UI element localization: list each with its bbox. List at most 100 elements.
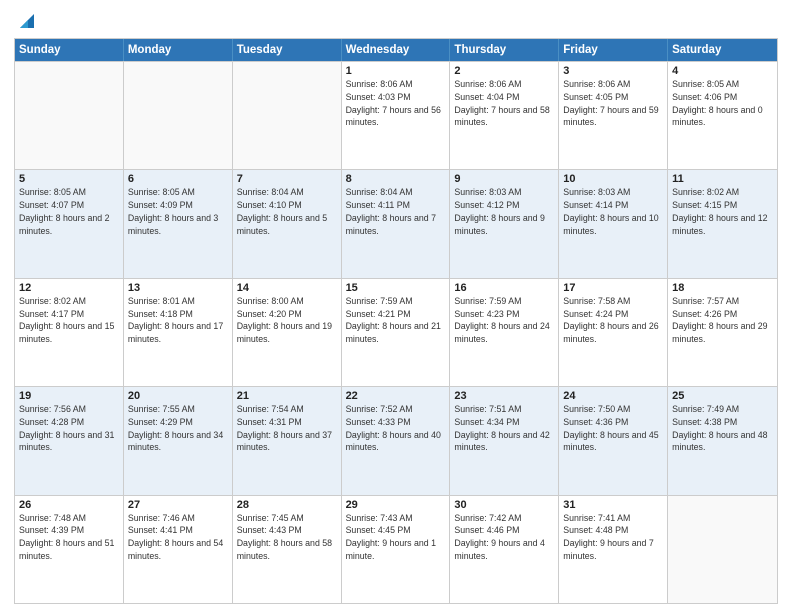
day-number: 28: [237, 499, 337, 511]
calendar-cell: 24Sunrise: 7:50 AMSunset: 4:36 PMDayligh…: [559, 387, 668, 494]
daylight-text: Daylight: 8 hours and 9 minutes.: [454, 212, 554, 238]
day-number: 15: [346, 282, 446, 294]
calendar-cell: 14Sunrise: 8:00 AMSunset: 4:20 PMDayligh…: [233, 279, 342, 386]
calendar-cell: 10Sunrise: 8:03 AMSunset: 4:14 PMDayligh…: [559, 170, 668, 277]
sunset-text: Sunset: 4:45 PM: [346, 524, 446, 537]
calendar-cell: 27Sunrise: 7:46 AMSunset: 4:41 PMDayligh…: [124, 496, 233, 603]
daylight-text: Daylight: 8 hours and 21 minutes.: [346, 320, 446, 346]
calendar-cell: 18Sunrise: 7:57 AMSunset: 4:26 PMDayligh…: [668, 279, 777, 386]
daylight-text: Daylight: 8 hours and 24 minutes.: [454, 320, 554, 346]
day-number: 31: [563, 499, 663, 511]
calendar-week-row: 12Sunrise: 8:02 AMSunset: 4:17 PMDayligh…: [15, 278, 777, 386]
sunset-text: Sunset: 4:07 PM: [19, 199, 119, 212]
day-number: 6: [128, 173, 228, 185]
sunset-text: Sunset: 4:29 PM: [128, 416, 228, 429]
sunset-text: Sunset: 4:34 PM: [454, 416, 554, 429]
day-number: 13: [128, 282, 228, 294]
calendar-cell: 22Sunrise: 7:52 AMSunset: 4:33 PMDayligh…: [342, 387, 451, 494]
sunset-text: Sunset: 4:33 PM: [346, 416, 446, 429]
daylight-text: Daylight: 8 hours and 19 minutes.: [237, 320, 337, 346]
day-number: 7: [237, 173, 337, 185]
daylight-text: Daylight: 8 hours and 7 minutes.: [346, 212, 446, 238]
sunrise-text: Sunrise: 8:05 AM: [128, 186, 228, 199]
sunrise-text: Sunrise: 8:06 AM: [346, 78, 446, 91]
sunset-text: Sunset: 4:24 PM: [563, 308, 663, 321]
day-number: 18: [672, 282, 773, 294]
calendar-cell: 25Sunrise: 7:49 AMSunset: 4:38 PMDayligh…: [668, 387, 777, 494]
sunrise-text: Sunrise: 8:01 AM: [128, 295, 228, 308]
calendar: SundayMondayTuesdayWednesdayThursdayFrid…: [14, 38, 778, 604]
daylight-text: Daylight: 8 hours and 58 minutes.: [237, 537, 337, 563]
sunrise-text: Sunrise: 8:03 AM: [563, 186, 663, 199]
calendar-cell: 19Sunrise: 7:56 AMSunset: 4:28 PMDayligh…: [15, 387, 124, 494]
calendar-cell: 15Sunrise: 7:59 AMSunset: 4:21 PMDayligh…: [342, 279, 451, 386]
sunset-text: Sunset: 4:46 PM: [454, 524, 554, 537]
sunrise-text: Sunrise: 7:50 AM: [563, 403, 663, 416]
sunrise-text: Sunrise: 8:00 AM: [237, 295, 337, 308]
sunrise-text: Sunrise: 7:49 AM: [672, 403, 773, 416]
day-number: 16: [454, 282, 554, 294]
calendar-cell: 3Sunrise: 8:06 AMSunset: 4:05 PMDaylight…: [559, 62, 668, 169]
sunrise-text: Sunrise: 7:58 AM: [563, 295, 663, 308]
calendar-cell: 13Sunrise: 8:01 AMSunset: 4:18 PMDayligh…: [124, 279, 233, 386]
calendar-cell: 21Sunrise: 7:54 AMSunset: 4:31 PMDayligh…: [233, 387, 342, 494]
sunrise-text: Sunrise: 7:59 AM: [346, 295, 446, 308]
calendar-cell: [15, 62, 124, 169]
day-number: 20: [128, 390, 228, 402]
daylight-text: Daylight: 8 hours and 26 minutes.: [563, 320, 663, 346]
daylight-text: Daylight: 9 hours and 1 minute.: [346, 537, 446, 563]
sunset-text: Sunset: 4:43 PM: [237, 524, 337, 537]
calendar-cell: [124, 62, 233, 169]
daylight-text: Daylight: 9 hours and 7 minutes.: [563, 537, 663, 563]
calendar-cell: 31Sunrise: 7:41 AMSunset: 4:48 PMDayligh…: [559, 496, 668, 603]
calendar-week-row: 5Sunrise: 8:05 AMSunset: 4:07 PMDaylight…: [15, 169, 777, 277]
calendar-week-row: 19Sunrise: 7:56 AMSunset: 4:28 PMDayligh…: [15, 386, 777, 494]
day-number: 9: [454, 173, 554, 185]
sunset-text: Sunset: 4:09 PM: [128, 199, 228, 212]
sunset-text: Sunset: 4:10 PM: [237, 199, 337, 212]
day-number: 23: [454, 390, 554, 402]
sunrise-text: Sunrise: 7:59 AM: [454, 295, 554, 308]
sunset-text: Sunset: 4:15 PM: [672, 199, 773, 212]
daylight-text: Daylight: 8 hours and 5 minutes.: [237, 212, 337, 238]
calendar-header-cell: Monday: [124, 39, 233, 61]
sunset-text: Sunset: 4:36 PM: [563, 416, 663, 429]
day-number: 24: [563, 390, 663, 402]
daylight-text: Daylight: 9 hours and 4 minutes.: [454, 537, 554, 563]
daylight-text: Daylight: 8 hours and 10 minutes.: [563, 212, 663, 238]
calendar-header-row: SundayMondayTuesdayWednesdayThursdayFrid…: [15, 39, 777, 61]
calendar-cell: 7Sunrise: 8:04 AMSunset: 4:10 PMDaylight…: [233, 170, 342, 277]
sunset-text: Sunset: 4:23 PM: [454, 308, 554, 321]
day-number: 27: [128, 499, 228, 511]
day-number: 2: [454, 65, 554, 77]
sunrise-text: Sunrise: 7:48 AM: [19, 512, 119, 525]
calendar-cell: 12Sunrise: 8:02 AMSunset: 4:17 PMDayligh…: [15, 279, 124, 386]
sunrise-text: Sunrise: 7:56 AM: [19, 403, 119, 416]
calendar-cell: 23Sunrise: 7:51 AMSunset: 4:34 PMDayligh…: [450, 387, 559, 494]
day-number: 14: [237, 282, 337, 294]
sunset-text: Sunset: 4:17 PM: [19, 308, 119, 321]
sunset-text: Sunset: 4:20 PM: [237, 308, 337, 321]
calendar-header-cell: Thursday: [450, 39, 559, 61]
daylight-text: Daylight: 7 hours and 56 minutes.: [346, 104, 446, 130]
day-number: 22: [346, 390, 446, 402]
sunset-text: Sunset: 4:38 PM: [672, 416, 773, 429]
calendar-header-cell: Friday: [559, 39, 668, 61]
calendar-body: 1Sunrise: 8:06 AMSunset: 4:03 PMDaylight…: [15, 61, 777, 603]
day-number: 1: [346, 65, 446, 77]
calendar-cell: 16Sunrise: 7:59 AMSunset: 4:23 PMDayligh…: [450, 279, 559, 386]
calendar-week-row: 26Sunrise: 7:48 AMSunset: 4:39 PMDayligh…: [15, 495, 777, 603]
calendar-cell: 28Sunrise: 7:45 AMSunset: 4:43 PMDayligh…: [233, 496, 342, 603]
sunrise-text: Sunrise: 8:03 AM: [454, 186, 554, 199]
sunrise-text: Sunrise: 7:51 AM: [454, 403, 554, 416]
logo-icon: [16, 10, 38, 32]
page: SundayMondayTuesdayWednesdayThursdayFrid…: [0, 0, 792, 612]
sunset-text: Sunset: 4:18 PM: [128, 308, 228, 321]
sunrise-text: Sunrise: 7:43 AM: [346, 512, 446, 525]
calendar-week-row: 1Sunrise: 8:06 AMSunset: 4:03 PMDaylight…: [15, 61, 777, 169]
calendar-cell: [233, 62, 342, 169]
sunset-text: Sunset: 4:31 PM: [237, 416, 337, 429]
sunrise-text: Sunrise: 8:05 AM: [19, 186, 119, 199]
calendar-cell: 2Sunrise: 8:06 AMSunset: 4:04 PMDaylight…: [450, 62, 559, 169]
daylight-text: Daylight: 7 hours and 59 minutes.: [563, 104, 663, 130]
